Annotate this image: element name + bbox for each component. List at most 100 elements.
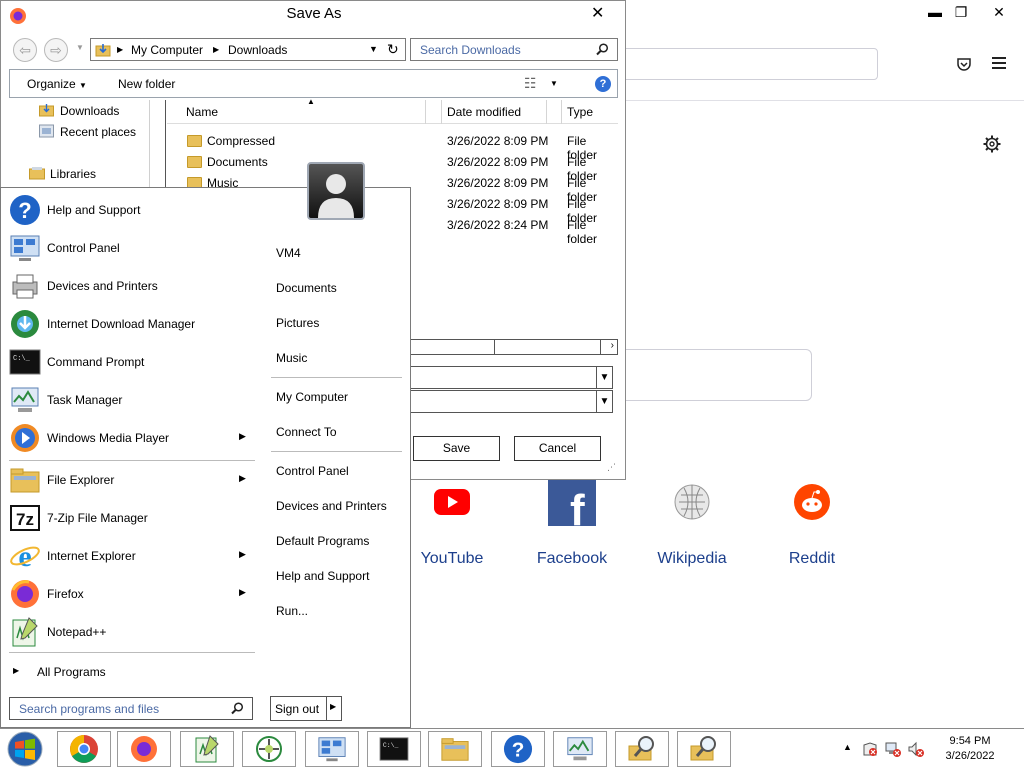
start-item-internet-explorer[interactable]: e Internet Explorer ▶ [7, 538, 257, 574]
start-right-vm4[interactable]: VM4 [276, 246, 301, 260]
save-as-type-combobox[interactable]: ▼ [409, 390, 613, 413]
taskbar-help[interactable]: ? [491, 731, 545, 767]
taskbar-search-tool-1[interactable] [615, 731, 669, 767]
organize-button[interactable]: Organize ▼ [27, 77, 87, 91]
column-name[interactable]: Name [186, 105, 218, 119]
refresh-icon[interactable]: ↻ [387, 41, 399, 58]
network-status-icon[interactable] [885, 741, 901, 757]
start-item-devices-printers[interactable]: Devices and Printers [7, 268, 257, 304]
start-item-media-player[interactable]: Windows Media Player ▶ [7, 420, 257, 456]
file-row[interactable]: Compressed 3/26/2022 8:09 PM File folder [167, 131, 618, 162]
file-row[interactable]: Documents 3/26/2022 8:09 PM File folder [167, 152, 618, 183]
taskbar-firefox[interactable] [117, 731, 171, 767]
column-type[interactable]: Type [567, 105, 593, 119]
file-name-combobox[interactable]: ▼ [409, 366, 613, 389]
search-icon[interactable] [231, 702, 244, 715]
shortcut-wikipedia[interactable]: Wikipedia [642, 478, 742, 568]
nav-item-recent-places[interactable]: Recent places [60, 125, 136, 139]
shortcut-youtube[interactable]: YouTube [402, 478, 502, 568]
url-bar[interactable] [610, 48, 878, 80]
cancel-button[interactable]: Cancel [514, 436, 601, 461]
address-dropdown-icon[interactable]: ▼ [369, 44, 378, 54]
submenu-arrow-icon[interactable]: ▶ [239, 473, 246, 484]
start-right-devices-printers[interactable]: Devices and Printers [276, 499, 387, 513]
start-right-connect-to[interactable]: Connect To [276, 425, 337, 439]
submenu-arrow-icon[interactable]: ▶ [239, 549, 246, 560]
resize-grip-icon[interactable]: ⋰ [607, 462, 616, 473]
address-bar[interactable]: ▶ My Computer ▶ Downloads ▼ ↻ [90, 38, 406, 61]
shortcut-reddit[interactable]: Reddit [762, 478, 862, 568]
firefox-icon [11, 580, 39, 608]
submenu-arrow-icon[interactable]: ▶ [239, 587, 246, 598]
taskbar-task-manager[interactable] [553, 731, 607, 767]
taskbar-network-tool[interactable] [242, 731, 296, 767]
column-divider[interactable] [441, 100, 442, 124]
start-item-firefox[interactable]: Firefox ▶ [7, 576, 257, 612]
start-right-pictures[interactable]: Pictures [276, 316, 319, 330]
shortcut-facebook[interactable]: f Facebook [522, 478, 622, 568]
start-item-control-panel[interactable]: Control Panel [7, 230, 257, 266]
column-divider[interactable] [561, 100, 562, 124]
start-item-command-prompt[interactable]: C:\_ Command Prompt [7, 344, 257, 380]
start-right-my-computer[interactable]: My Computer [276, 390, 348, 404]
scroll-right-icon[interactable]: › [611, 340, 614, 351]
taskbar-file-explorer[interactable] [428, 731, 482, 767]
start-right-help-support[interactable]: Help and Support [276, 569, 369, 583]
start-right-default-programs[interactable]: Default Programs [276, 534, 369, 548]
breadcrumb-my-computer[interactable]: My Computer [131, 43, 203, 57]
web-search-box[interactable] [600, 349, 812, 401]
column-date-modified[interactable]: Date modified [447, 105, 521, 119]
start-right-control-panel[interactable]: Control Panel [276, 464, 349, 478]
view-dropdown-icon[interactable]: ▼ [550, 79, 558, 88]
start-item-task-manager[interactable]: Task Manager [7, 382, 257, 418]
start-right-documents[interactable]: Documents [276, 281, 337, 295]
restore-button[interactable]: ❐ [946, 2, 976, 22]
start-item-idm[interactable]: Internet Download Manager [7, 306, 257, 342]
pocket-icon[interactable] [956, 56, 972, 72]
column-divider[interactable] [546, 100, 547, 124]
horizontal-scrollbar[interactable]: › [409, 339, 618, 355]
nav-item-libraries[interactable]: Libraries [50, 167, 96, 181]
user-avatar[interactable] [307, 162, 365, 220]
taskbar-search-tool-2[interactable] [677, 731, 731, 767]
sign-out-button[interactable]: Sign out ▶ [270, 696, 342, 721]
start-item-help[interactable]: ? Help and Support [7, 192, 257, 228]
search-downloads-input[interactable]: Search Downloads [410, 38, 618, 61]
start-item-file-explorer[interactable]: File Explorer ▶ [7, 462, 257, 498]
save-button[interactable]: Save [413, 436, 500, 461]
dialog-close-button[interactable]: ✕ [591, 3, 604, 23]
chevron-down-icon[interactable]: ▼ [596, 367, 612, 388]
forward-button[interactable]: ⇨ [44, 38, 68, 62]
hamburger-menu-icon[interactable] [992, 57, 1006, 72]
nav-pane-scrollbar[interactable] [149, 100, 166, 190]
taskbar-chrome[interactable] [57, 731, 111, 767]
breadcrumb-downloads[interactable]: Downloads [228, 43, 287, 57]
start-right-music[interactable]: Music [276, 351, 307, 365]
back-button[interactable]: ⇦ [13, 38, 37, 62]
volume-icon[interactable] [908, 741, 924, 757]
taskbar-control-panel[interactable] [305, 731, 359, 767]
submenu-arrow-icon[interactable]: ▶ [239, 431, 246, 442]
new-folder-button[interactable]: New folder [118, 77, 175, 91]
search-icon[interactable] [596, 43, 609, 56]
start-item-notepadpp[interactable]: Notepad++ [7, 614, 257, 650]
show-hidden-icons-button[interactable]: ▲ [843, 742, 852, 752]
gear-icon[interactable] [983, 135, 1001, 153]
chevron-down-icon[interactable]: ▼ [596, 391, 612, 412]
close-button[interactable]: ✕ [984, 2, 1014, 22]
start-button[interactable] [4, 730, 46, 768]
start-search-input[interactable]: Search programs and files [9, 697, 253, 720]
shutdown-options-icon[interactable]: ▶ [330, 702, 336, 711]
start-item-7zip[interactable]: 7z 7-Zip File Manager [7, 500, 257, 536]
help-icon[interactable]: ? [595, 76, 611, 92]
nav-item-downloads[interactable]: Downloads [60, 104, 119, 118]
recent-locations-dropdown[interactable]: ▼ [76, 43, 84, 52]
taskbar-command-prompt[interactable]: C:\_ [367, 731, 421, 767]
action-center-icon[interactable] [862, 741, 878, 757]
system-clock[interactable]: 9:54 PM 3/26/2022 [930, 734, 1010, 764]
start-right-run[interactable]: Run... [276, 604, 308, 618]
taskbar-notepadpp[interactable] [180, 731, 234, 767]
view-options-icon[interactable]: ☷ [524, 75, 537, 92]
all-programs-button[interactable]: ▶ All Programs [7, 660, 257, 684]
column-divider[interactable] [425, 100, 426, 124]
